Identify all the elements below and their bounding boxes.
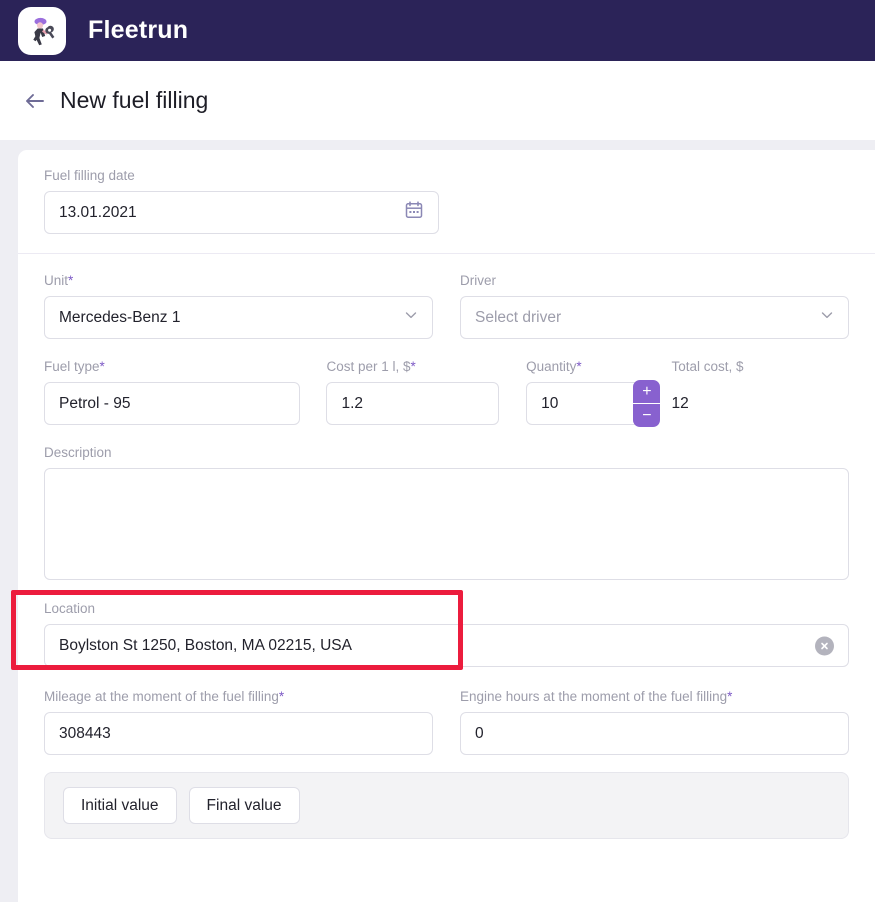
chevron-down-icon[interactable] (820, 308, 834, 327)
close-circle-icon[interactable] (815, 636, 834, 655)
engine-hours-value: 0 (475, 725, 484, 743)
decrement-button[interactable]: − (633, 404, 660, 427)
location-input[interactable]: Boylston St 1250, Boston, MA 02215, USA (44, 624, 849, 667)
quantity-label: Quantity* (526, 359, 644, 375)
fuel-type-label-text: Fuel type (44, 359, 100, 374)
location-label: Location (44, 601, 849, 617)
value-buttons-panel: Initial value Final value (44, 772, 849, 839)
mileage-group: Mileage at the moment of the fuel fillin… (44, 689, 433, 755)
required-asterisk: * (68, 273, 73, 288)
fuel-type-value: Petrol - 95 (59, 395, 131, 413)
page-title-bar: New fuel filling (0, 61, 875, 140)
mechanic-logo-icon (18, 7, 66, 55)
location-value: Boylston St 1250, Boston, MA 02215, USA (59, 637, 352, 655)
date-value: 13.01.2021 (59, 204, 137, 222)
calendar-icon[interactable] (404, 200, 424, 225)
cost-per-liter-group: Cost per 1 l, $* 1.2 (326, 359, 499, 425)
mileage-value: 308443 (59, 725, 111, 743)
quantity-value: 10 (541, 395, 558, 413)
fuel-details-row: Fuel type* Petrol - 95 Cost per 1 l, $* … (18, 359, 875, 425)
engine-hours-label: Engine hours at the moment of the fuel f… (460, 689, 849, 705)
fuel-type-input[interactable]: Petrol - 95 (44, 382, 300, 425)
value-buttons-section: Initial value Final value (18, 772, 875, 839)
app-header: Fleetrun (0, 0, 875, 61)
driver-select[interactable]: Select driver (460, 296, 849, 339)
fuel-type-label: Fuel type* (44, 359, 300, 375)
unit-value: Mercedes-Benz 1 (59, 309, 180, 327)
required-asterisk: * (576, 359, 581, 374)
arrow-left-icon[interactable] (22, 88, 48, 114)
required-asterisk: * (727, 689, 732, 704)
quantity-input[interactable]: 10 (526, 382, 644, 425)
mileage-label: Mileage at the moment of the fuel fillin… (44, 689, 433, 705)
engine-hours-group: Engine hours at the moment of the fuel f… (460, 689, 849, 755)
stepper-controls: + − (633, 380, 660, 427)
unit-select[interactable]: Mercedes-Benz 1 (44, 296, 433, 339)
engine-hours-label-text: Engine hours at the moment of the fuel f… (460, 689, 727, 704)
description-label: Description (44, 445, 849, 461)
unit-driver-row: Unit* Mercedes-Benz 1 Driver Select driv… (18, 273, 875, 339)
total-cost-group: Total cost, $ 12 (671, 359, 849, 425)
total-cost-value: 12 (671, 382, 849, 425)
engine-hours-input[interactable]: 0 (460, 712, 849, 755)
quantity-stepper: 10 + − (526, 382, 644, 425)
brand-name: Fleetrun (88, 16, 188, 45)
required-asterisk: * (279, 689, 284, 704)
quantity-label-text: Quantity (526, 359, 576, 374)
fuel-filling-date-input[interactable]: 13.01.2021 (44, 191, 439, 234)
fuel-filling-form-card: Fuel filling date 13.01.2021 (18, 150, 875, 902)
final-value-button[interactable]: Final value (189, 787, 300, 824)
unit-label-text: Unit (44, 273, 68, 288)
cost-per-liter-value: 1.2 (341, 395, 363, 413)
total-cost-label: Total cost, $ (671, 359, 849, 375)
location-group: Location Boylston St 1250, Boston, MA 02… (18, 601, 875, 667)
date-label: Fuel filling date (44, 168, 849, 184)
mileage-row: Mileage at the moment of the fuel fillin… (18, 689, 875, 755)
quantity-group: Quantity* 10 + − (526, 359, 644, 425)
required-asterisk: * (411, 359, 416, 374)
page-body: Fuel filling date 13.01.2021 (0, 140, 875, 902)
cost-per-liter-label: Cost per 1 l, $* (326, 359, 499, 375)
driver-placeholder: Select driver (475, 309, 561, 327)
mileage-input[interactable]: 308443 (44, 712, 433, 755)
required-asterisk: * (100, 359, 105, 374)
cost-per-liter-input[interactable]: 1.2 (326, 382, 499, 425)
increment-button[interactable]: + (633, 380, 660, 404)
chevron-down-icon[interactable] (404, 308, 418, 327)
fuel-type-group: Fuel type* Petrol - 95 (44, 359, 300, 425)
cost-per-liter-label-text: Cost per 1 l, $ (326, 359, 410, 374)
driver-field-group: Driver Select driver (460, 273, 849, 339)
date-section: Fuel filling date 13.01.2021 (18, 168, 875, 234)
section-divider (18, 253, 875, 254)
unit-label: Unit* (44, 273, 433, 289)
mileage-label-text: Mileage at the moment of the fuel fillin… (44, 689, 279, 704)
page-title: New fuel filling (60, 87, 208, 114)
description-group: Description (18, 445, 875, 580)
driver-label: Driver (460, 273, 849, 289)
initial-value-button[interactable]: Initial value (63, 787, 177, 824)
description-textarea[interactable] (44, 468, 849, 580)
unit-field-group: Unit* Mercedes-Benz 1 (44, 273, 433, 339)
